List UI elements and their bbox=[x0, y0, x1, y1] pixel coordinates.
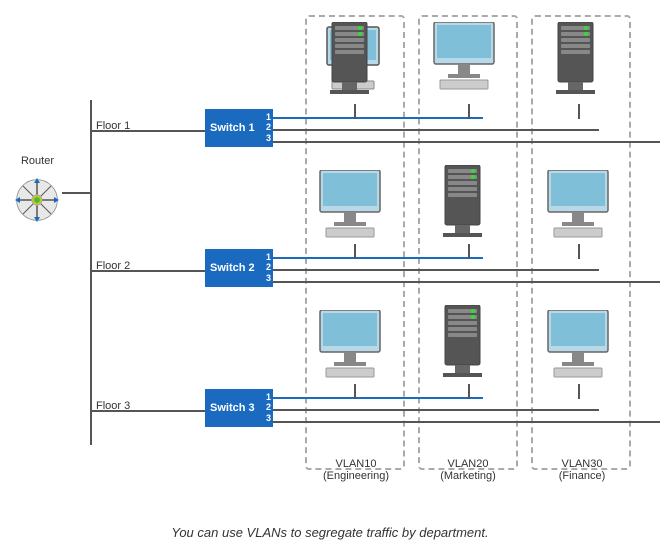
v30-f3-vert bbox=[578, 384, 580, 399]
s3-vlan3-line bbox=[273, 421, 660, 423]
v20-f1-vert bbox=[468, 104, 470, 119]
s3-vlan2-line bbox=[273, 409, 599, 411]
v10-f1-vert bbox=[354, 104, 356, 119]
trunk-line bbox=[90, 100, 92, 445]
switch-3-box: Switch 3 1 2 3 bbox=[205, 389, 273, 427]
v30-f2-vert bbox=[578, 244, 580, 259]
desktop-f3-v10 bbox=[316, 310, 384, 385]
switch-2-port-2: 2 bbox=[266, 263, 271, 272]
switch-1-port-3: 3 bbox=[266, 134, 271, 143]
s3-vlan1-line bbox=[273, 397, 483, 399]
switch-2-port-1: 1 bbox=[266, 253, 271, 262]
vlan10-label: VLAN10 (Engineering) bbox=[308, 458, 404, 482]
vlan30-label: VLAN30 (Finance) bbox=[534, 458, 630, 482]
switch-1-box: Switch 1 1 2 3 bbox=[205, 109, 273, 147]
switch-2-port-3: 3 bbox=[266, 274, 271, 283]
desktop-f2-v10 bbox=[316, 170, 384, 245]
floor-1-line bbox=[90, 130, 205, 132]
switch-2-ports: 1 2 3 bbox=[264, 249, 273, 287]
v10-f3-vert bbox=[354, 384, 356, 399]
v20-f2-vert bbox=[468, 244, 470, 259]
v10-f2-vert bbox=[354, 244, 356, 259]
switch-3-port-2: 2 bbox=[266, 403, 271, 412]
server-f3-v20 bbox=[435, 305, 490, 387]
server-f2-v20 bbox=[435, 165, 490, 247]
caption: You can use VLANs to segregate traffic b… bbox=[0, 525, 660, 540]
s2-vlan1-line bbox=[273, 257, 483, 259]
v20-f3-vert bbox=[468, 384, 470, 399]
desktop-f1-v20 bbox=[430, 22, 498, 97]
vlan20-label: VLAN20 (Marketing) bbox=[420, 458, 516, 482]
switch-3-label: Switch 3 bbox=[210, 402, 264, 414]
switch-1-port-1: 1 bbox=[266, 113, 271, 122]
switch-1-ports: 1 2 3 bbox=[264, 109, 273, 147]
server-f1-v30 bbox=[548, 22, 603, 104]
switch-1-label: Switch 1 bbox=[210, 122, 264, 134]
floor-3-line bbox=[90, 410, 205, 412]
switch-1-port-2: 2 bbox=[266, 123, 271, 132]
switch-2-box: Switch 2 1 2 3 bbox=[205, 249, 273, 287]
s2-vlan2-line bbox=[273, 269, 599, 271]
floor-2-line bbox=[90, 270, 205, 272]
s2-vlan3-line bbox=[273, 281, 660, 283]
switch-3-port-3: 3 bbox=[266, 414, 271, 423]
server-f1-v10 bbox=[322, 22, 377, 104]
desktop-f3-v30 bbox=[544, 310, 612, 385]
s1-vlan3-line bbox=[273, 141, 660, 143]
switch-3-ports: 1 2 3 bbox=[264, 389, 273, 427]
s1-vlan1-line bbox=[273, 117, 483, 119]
desktop-f2-v30 bbox=[544, 170, 612, 245]
router-label: Router bbox=[10, 155, 65, 167]
s1-vlan2-line bbox=[273, 129, 599, 131]
network-diagram: Router Floor 1 Switch 1 1 2 3 bbox=[0, 0, 660, 510]
v30-f1-vert bbox=[578, 104, 580, 119]
switch-3-port-1: 1 bbox=[266, 393, 271, 402]
switch-2-label: Switch 2 bbox=[210, 262, 264, 274]
router-icon bbox=[10, 168, 65, 223]
router-to-trunk bbox=[62, 192, 92, 194]
